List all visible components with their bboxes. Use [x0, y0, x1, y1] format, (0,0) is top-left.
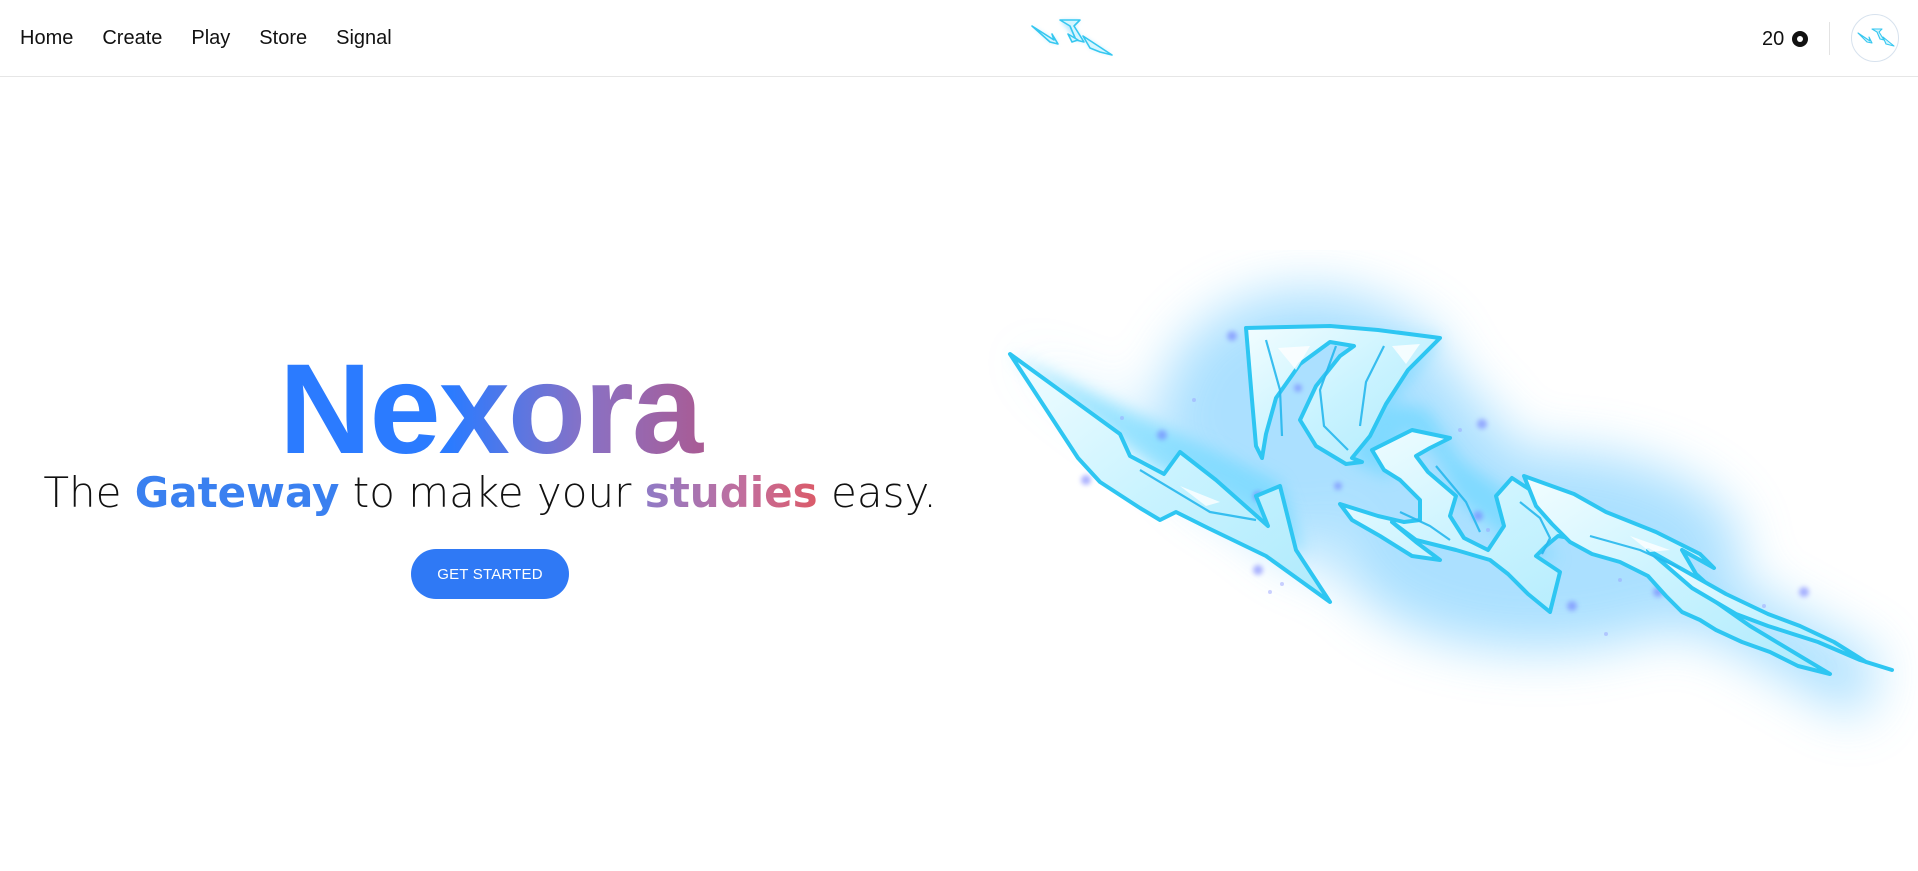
nav-link-play[interactable]: Play — [191, 27, 230, 50]
tagline-part: easy. — [817, 468, 937, 517]
tagline-highlight-studies: studies — [644, 468, 818, 517]
hero-title: Nexora — [0, 346, 980, 474]
hero-section: Nexora The Gateway to make your studies … — [0, 78, 980, 871]
coin-balance[interactable]: 20 — [1762, 24, 1809, 54]
tagline-part: The — [43, 468, 135, 517]
nav-divider — [1829, 22, 1830, 55]
hero-title-letter: r — [584, 338, 632, 481]
hero-title-letter: N — [279, 338, 370, 481]
lightning-logo-icon[interactable] — [1028, 14, 1118, 64]
nav-link-store[interactable]: Store — [259, 27, 307, 50]
hero-title-letter: e — [369, 338, 439, 481]
coin-icon — [1792, 31, 1809, 47]
avatar-logo-icon — [1857, 28, 1895, 47]
nav-link-create[interactable]: Create — [102, 27, 162, 50]
nav-link-signal[interactable]: Signal — [336, 27, 392, 50]
lightning-bolt-illustration — [980, 250, 1918, 770]
tagline-highlight-gateway: Gateway — [134, 468, 340, 517]
avatar[interactable] — [1851, 14, 1899, 62]
hero-title-letter: x — [438, 338, 508, 481]
coin-count: 20 — [1762, 27, 1785, 50]
hero-title-letter: a — [631, 338, 701, 481]
nav-links: Home Create Play Store Signal — [20, 0, 421, 77]
hero-title-letter: o — [507, 338, 584, 481]
hero-tagline: The Gateway to make your studies easy. — [0, 472, 980, 514]
top-navbar: Home Create Play Store Signal 20 — [0, 0, 1918, 77]
get-started-button[interactable]: GET STARTED — [411, 549, 569, 599]
nav-link-home[interactable]: Home — [20, 27, 73, 50]
tagline-part: to make your — [339, 468, 645, 517]
